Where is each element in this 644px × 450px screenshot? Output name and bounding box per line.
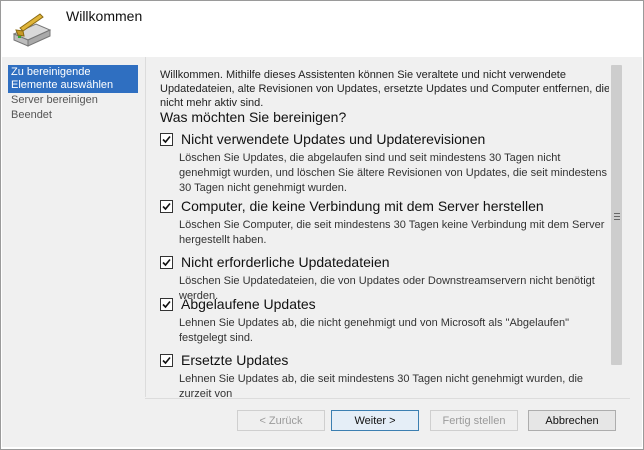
expired-updates-checkbox[interactable]	[160, 297, 173, 311]
nav-item-finished[interactable]: Beendet	[8, 108, 138, 123]
wizard-steps-nav: Zu bereinigende Elemente auswählen Serve…	[8, 65, 138, 123]
option-description: Löschen Sie Updates, die abgelaufen sind…	[179, 152, 608, 194]
content-scrollbar[interactable]	[609, 61, 626, 383]
nav-item-clean-server[interactable]: Server bereinigen	[8, 93, 138, 108]
option-description: Löschen Sie Computer, die seit mindesten…	[179, 219, 605, 246]
grip-icon	[614, 213, 620, 221]
content-panel: Willkommen. Mithilfe dieses Assistenten …	[145, 57, 631, 397]
option-description: Lehnen Sie Updates ab, die seit mindeste…	[179, 373, 584, 397]
option-title[interactable]: Nicht verwendete Updates und Updaterevis…	[181, 131, 485, 147]
option-unused-updates: Nicht verwendete Updates und Updaterevis…	[160, 131, 620, 196]
wizard-header: Willkommen	[2, 2, 642, 56]
option-title[interactable]: Computer, die keine Verbindung mit dem S…	[181, 198, 544, 214]
unneeded-files-checkbox[interactable]	[160, 255, 173, 269]
option-title[interactable]: Ersetzte Updates	[181, 352, 288, 368]
inactive-computers-checkbox[interactable]	[160, 199, 173, 213]
scrollbar-thumb[interactable]	[611, 65, 622, 365]
option-description: Lehnen Sie Updates ab, die nicht genehmi…	[179, 317, 570, 344]
option-expired-updates: Abgelaufene Updates Lehnen Sie Updates a…	[160, 296, 620, 346]
superseded-updates-checkbox[interactable]	[160, 353, 173, 367]
wizard-window: Willkommen Zu bereinigende Elemente ausw…	[0, 0, 644, 450]
option-inactive-computers: Computer, die keine Verbindung mit dem S…	[160, 198, 620, 248]
cancel-button[interactable]: Abbrechen	[528, 410, 616, 431]
page-title: Willkommen	[66, 8, 143, 24]
nav-item-select-items[interactable]: Zu bereinigende Elemente auswählen	[8, 65, 138, 93]
next-button[interactable]: Weiter >	[331, 410, 419, 431]
server-cleanup-wizard-icon	[10, 8, 54, 52]
option-superseded-updates: Ersetzte Updates Lehnen Sie Updates ab, …	[160, 352, 620, 397]
wizard-body: Zu bereinigende Elemente auswählen Serve…	[2, 57, 642, 447]
back-button[interactable]: < Zurück	[237, 410, 325, 431]
section-question: Was möchten Sie bereinigen?	[160, 109, 347, 125]
footer-divider	[145, 398, 630, 399]
option-title[interactable]: Nicht erforderliche Updatedateien	[181, 254, 390, 270]
unused-updates-checkbox[interactable]	[160, 132, 173, 146]
option-title[interactable]: Abgelaufene Updates	[181, 296, 316, 312]
finish-button[interactable]: Fertig stellen	[430, 410, 518, 431]
intro-text: Willkommen. Mithilfe dieses Assistenten …	[160, 69, 611, 109]
